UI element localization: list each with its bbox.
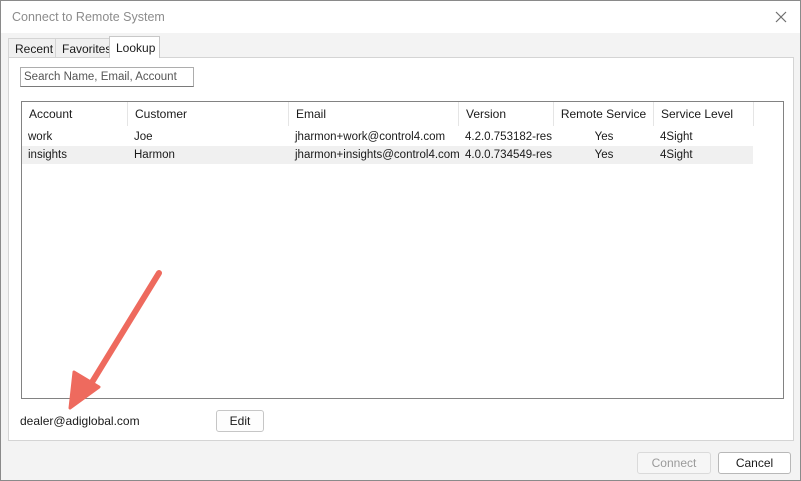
column-header-version[interactable]: Version xyxy=(459,102,554,126)
close-icon xyxy=(775,11,787,23)
cancel-button[interactable]: Cancel xyxy=(718,452,791,474)
tab-favorites[interactable]: Favorites xyxy=(55,38,112,58)
tab-label: Lookup xyxy=(116,40,156,55)
table-header: Account Customer Email Version Remote Se… xyxy=(22,102,754,126)
search-input[interactable] xyxy=(20,67,194,87)
cell-remote-service: Yes xyxy=(594,131,614,143)
close-button[interactable] xyxy=(768,5,794,29)
column-header-service-level[interactable]: Service Level xyxy=(654,102,754,126)
edit-button[interactable]: Edit xyxy=(216,410,264,432)
account-email-label: dealer@adiglobal.com xyxy=(20,414,140,428)
window-title: Connect to Remote System xyxy=(12,10,165,24)
cell-email: jharmon+insights@control4.com xyxy=(295,149,459,161)
column-header-customer[interactable]: Customer xyxy=(128,102,289,126)
cell-remote-service: Yes xyxy=(594,149,614,161)
lookup-panel: Account Customer Email Version Remote Se… xyxy=(8,57,794,441)
tab-label: Recent xyxy=(15,41,54,56)
cell-account: work xyxy=(28,131,53,143)
column-header-account[interactable]: Account xyxy=(22,102,128,126)
accounts-table[interactable]: Account Customer Email Version Remote Se… xyxy=(21,101,784,399)
cell-account: insights xyxy=(28,149,67,161)
dialog-window: Connect to Remote System Recent Favorite… xyxy=(0,0,801,481)
cell-service-level: 4Sight xyxy=(660,131,693,143)
cell-customer: Joe xyxy=(134,131,153,143)
cell-version: 4.0.0.734549-res xyxy=(465,149,552,161)
table-row[interactable]: insights Harmon jharmon+insights@control… xyxy=(22,146,753,164)
header-filler xyxy=(753,102,783,126)
cell-version: 4.2.0.753182-res xyxy=(465,131,552,143)
table-body: work Joe jharmon+work@control4.com 4.2.0… xyxy=(22,128,754,164)
tab-label: Favorites xyxy=(62,41,112,56)
cell-service-level: 4Sight xyxy=(660,149,693,161)
tab-lookup[interactable]: Lookup xyxy=(109,36,160,58)
cell-email: jharmon+work@control4.com xyxy=(295,131,446,143)
tab-strip: Recent Favorites Lookup xyxy=(8,36,160,58)
column-header-remote-service[interactable]: Remote Service xyxy=(554,102,654,126)
connect-button[interactable]: Connect xyxy=(637,452,711,474)
table-row[interactable]: work Joe jharmon+work@control4.com 4.2.0… xyxy=(22,128,754,146)
title-bar: Connect to Remote System xyxy=(1,1,800,33)
tab-recent[interactable]: Recent xyxy=(8,38,56,58)
cell-customer: Harmon xyxy=(134,149,175,161)
column-header-email[interactable]: Email xyxy=(289,102,459,126)
